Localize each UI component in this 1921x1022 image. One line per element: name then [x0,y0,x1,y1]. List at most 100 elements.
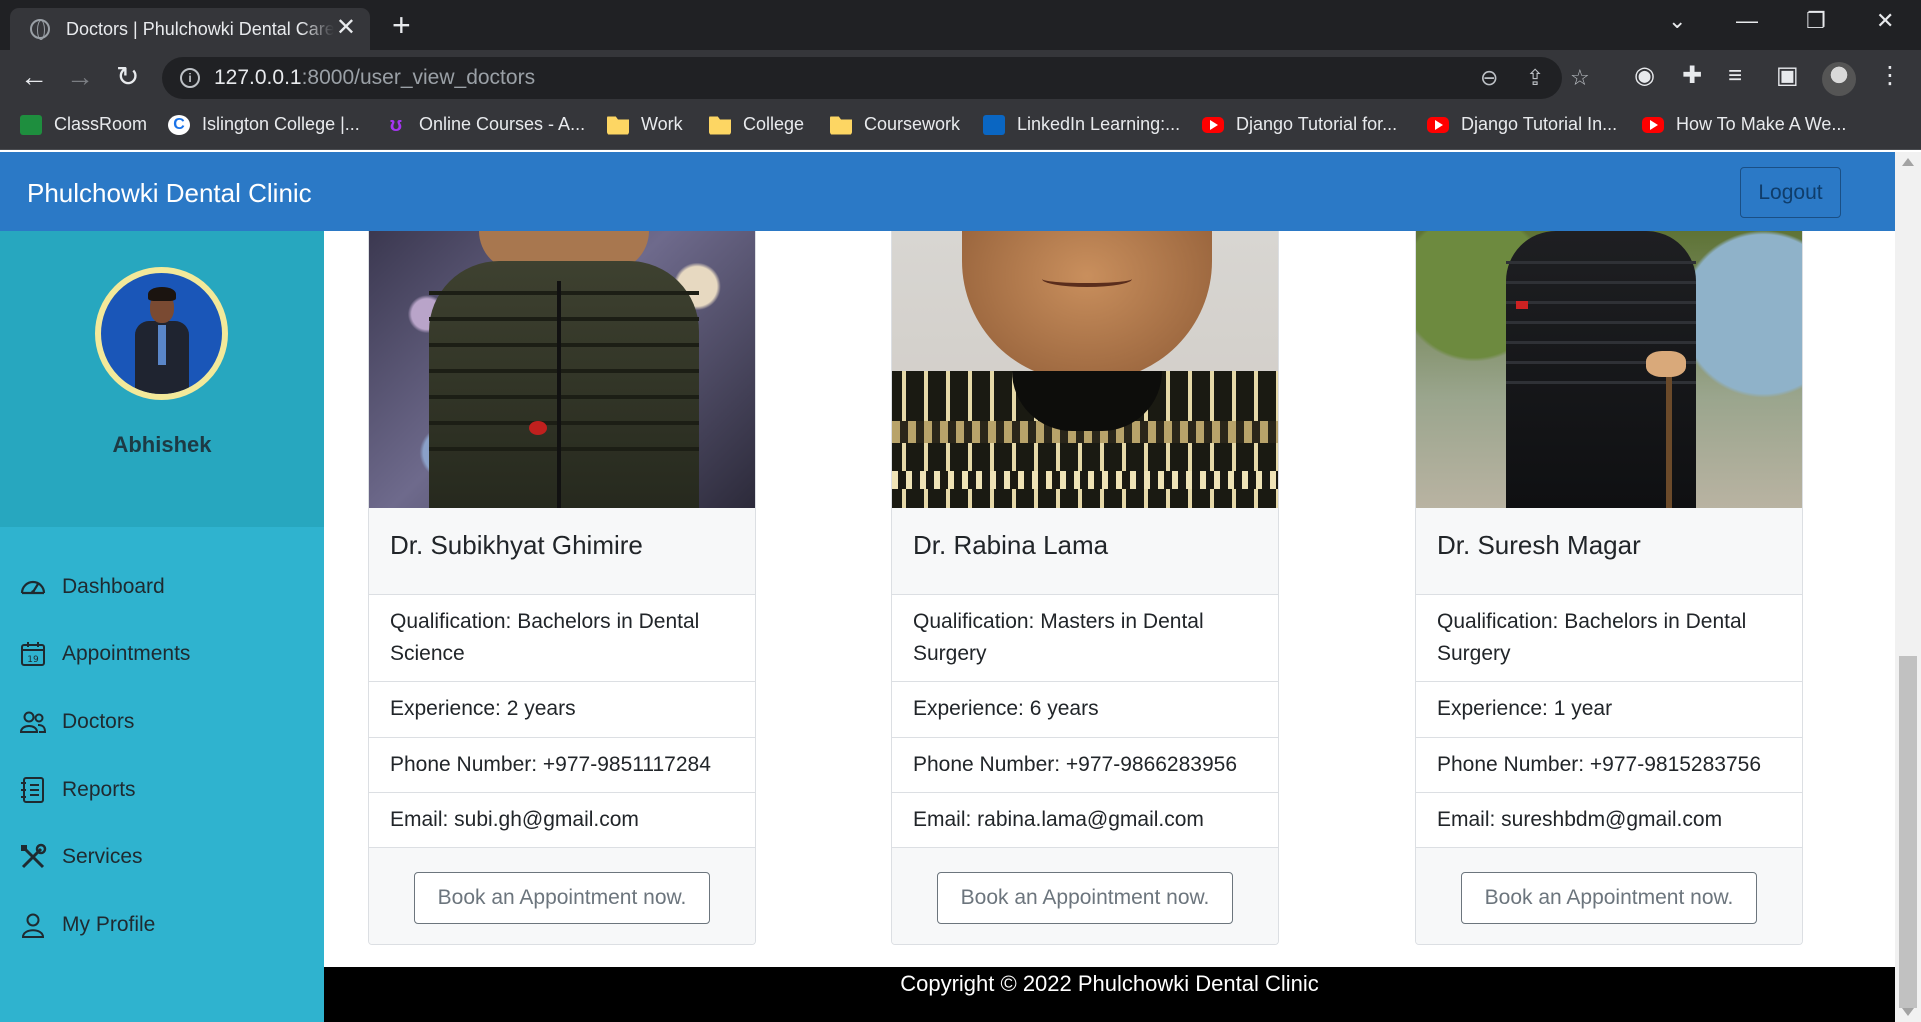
calendar-icon: 19 [21,642,45,667]
report-list-icon [21,776,44,803]
tools-icon [21,843,47,869]
bookmark-item[interactable]: ʊ Online Courses - A... [385,114,585,135]
sidebar-item-my-profile[interactable]: My Profile [0,891,324,959]
people-icon [19,711,47,733]
restore-button[interactable]: ❐ [1806,8,1826,34]
sidebar-item-appointments[interactable]: 19 Appointments [0,621,324,689]
minimize-button[interactable]: — [1736,8,1758,34]
bookmark-item[interactable]: Coursework [830,114,960,135]
islington-college-icon: C [168,114,190,135]
doctor-card: Dr. Rabina Lama Qualification: Masters i… [891,231,1279,945]
sidebar-item-label: Dashboard [62,574,165,598]
sidebar-item-label: Services [62,845,143,869]
window-close-button[interactable]: ✕ [1876,8,1894,34]
reload-button[interactable]: ↻ [116,62,139,92]
avatar [95,267,228,400]
tab-close-icon[interactable]: ✕ [336,15,356,41]
doctor-photo [892,231,1278,508]
bookmark-item[interactable]: ClassRoom [20,114,147,135]
bookmark-item[interactable]: College [709,114,804,135]
sidebar-item-services[interactable]: Services [0,823,324,891]
doctor-photo [1416,231,1802,508]
bookmark-star-icon[interactable]: ☆ [1570,65,1590,91]
udemy-icon: ʊ [389,113,403,136]
doctor-name: Dr. Rabina Lama [892,508,1278,595]
media-control-icon[interactable]: ≡ [1728,62,1742,90]
sidebar-item-label: Doctors [62,709,135,733]
book-appointment-button[interactable]: Book an Appointment now. [1461,872,1757,924]
bookmark-item[interactable]: LinkedIn Learning:... [983,114,1180,135]
scroll-up-icon[interactable] [1902,158,1914,166]
browser-tab-strip: Doctors | Phulchowki Dental Care ✕ + ⌄ —… [0,0,1921,50]
tab-search-icon[interactable]: ⌄ [1668,8,1686,34]
book-appointment-button[interactable]: Book an Appointment now. [414,872,710,924]
doctor-phone: Phone Number: +977-9866283956 [892,738,1278,793]
doctor-qualification: Qualification: Bachelors in Dental Surge… [1416,595,1802,682]
site-info-icon[interactable]: i [180,68,200,88]
globe-icon [30,19,50,40]
doctor-experience: Experience: 2 years [369,682,755,738]
doctor-experience: Experience: 1 year [1416,682,1802,738]
doctor-phone: Phone Number: +977-9851117284 [369,738,755,793]
doctor-email: Email: sureshbdm@gmail.com [1416,793,1802,848]
book-appointment-button[interactable]: Book an Appointment now. [937,872,1233,924]
folder-icon [709,116,731,135]
sidebar-item-reports[interactable]: Reports [0,756,324,824]
sidebar-menu: Dashboard 19 Appointments Doctors Report… [0,553,324,959]
user-name: Abhishek [112,432,212,457]
youtube-icon [1427,116,1449,133]
address-bar[interactable]: i 127.0.0.1:8000/user_view_doctors ⊖ ⇪ ☆ [162,57,1590,99]
doctor-qualification: Qualification: Bachelors in Dental Scien… [369,595,755,682]
svg-text:19: 19 [27,655,39,665]
bookmark-item[interactable]: Work [607,114,683,135]
doctor-email: Email: rabina.lama@gmail.com [892,793,1278,848]
doctor-card: Dr. Subikhyat Ghimire Qualification: Bac… [368,231,756,945]
folder-icon [607,116,629,135]
doctor-phone: Phone Number: +977-9815283756 [1416,738,1802,793]
sidebar-item-doctors[interactable]: Doctors [0,688,324,756]
puzzle-icon[interactable]: ✚ [1682,62,1702,90]
forward-button[interactable]: → [66,62,94,92]
new-tab-button[interactable]: + [392,8,411,42]
youtube-icon [1642,116,1664,133]
browser-tab[interactable]: Doctors | Phulchowki Dental Care ✕ [10,8,370,50]
youtube-icon [1202,116,1224,133]
doctors-content: Dr. Subikhyat Ghimire Qualification: Bac… [324,231,1895,967]
doctor-name: Dr. Subikhyat Ghimire [369,508,755,595]
share-icon[interactable]: ⇪ [1526,65,1544,91]
scrollbar-thumb[interactable] [1899,656,1917,1008]
card-footer: Book an Appointment now. [892,848,1278,944]
linkedin-learning-icon [983,114,1005,135]
chrome-menu-icon[interactable]: ⋮ [1878,62,1902,90]
person-icon [21,913,45,938]
bookmark-item[interactable]: How To Make A We... [1642,114,1846,135]
page-scrollbar[interactable] [1895,152,1921,1022]
page-footer: Copyright © 2022 Phulchowki Dental Clini… [324,967,1895,1022]
sidebar-item-dashboard[interactable]: Dashboard [0,553,324,621]
extension-icon[interactable]: ◉ [1634,62,1655,90]
doctor-photo [369,231,755,508]
logout-button[interactable]: Logout [1740,167,1841,218]
sidebar: Abhishek Dashboard 19 Appointments Docto… [0,231,324,1022]
sidebar-item-label: Reports [62,777,136,801]
bookmark-item[interactable]: C Islington College |... [168,114,360,135]
doctor-name: Dr. Suresh Magar [1416,508,1802,595]
browser-toolbar: ← → ↻ i 127.0.0.1:8000/user_view_doctors… [0,50,1921,106]
top-navbar: Phulchowki Dental Clinic Logout [0,152,1895,231]
user-profile-panel: Abhishek [0,231,324,527]
brand-title[interactable]: Phulchowki Dental Clinic [27,178,312,209]
doctor-card: Dr. Suresh Magar Qualification: Bachelor… [1415,231,1803,945]
side-panel-icon[interactable]: ▣ [1776,62,1799,90]
profile-avatar-icon[interactable] [1822,62,1856,96]
tab-title: Doctors | Phulchowki Dental Care [66,18,334,39]
scroll-down-icon[interactable] [1902,1008,1914,1016]
bookmarks-bar: ClassRoom C Islington College |... ʊ Onlin… [0,106,1921,150]
url-text: 127.0.0.1:8000/user_view_doctors [214,66,536,89]
bookmark-item[interactable]: Django Tutorial In... [1427,114,1617,135]
back-button[interactable]: ← [20,62,48,92]
bookmark-item[interactable]: Django Tutorial for... [1202,114,1397,135]
sidebar-item-label: Appointments [62,642,191,666]
speedometer-icon [20,580,46,594]
card-footer: Book an Appointment now. [1416,848,1802,944]
zoom-icon[interactable]: ⊖ [1480,65,1498,91]
